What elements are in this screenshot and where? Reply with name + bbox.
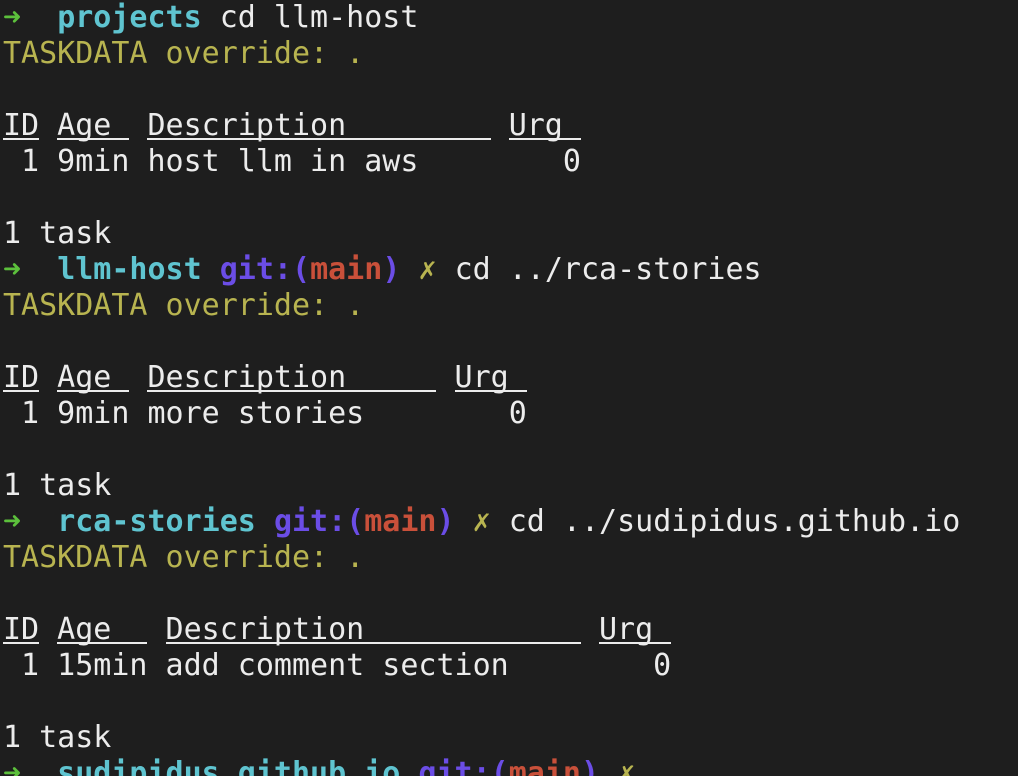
cell-age: 9min [57,144,130,179]
prompt-line-partial: ➜ sudipidus.github.io git:(main) ✗ [3,756,1018,776]
cell-id: 1 [21,396,40,431]
task-count: 1 task [3,216,112,251]
cell-id: 1 [21,144,40,179]
prompt-line: ➜ rca-stories git:(main) ✗ cd ../sudipid… [3,504,1018,540]
header-id: ID [3,360,40,395]
command: cd ../rca-stories [454,252,762,287]
override-line: TASKDATA override: . [3,540,365,575]
git-label: git:( [219,252,311,287]
prompt-dir: rca-stories [57,504,256,539]
header-description: Description [147,360,437,395]
cell-description: more stories [147,396,365,431]
cell-age: 9min [57,396,130,431]
header-description: Description [165,612,581,647]
dirty-icon: ✗ [418,252,437,287]
git-close: ) [580,756,600,776]
override-line: TASKDATA override: . [3,288,365,323]
git-close: ) [436,504,455,539]
git-branch: main [310,252,383,287]
git-branch: main [508,756,581,776]
prompt-arrow-icon: ➜ [3,756,22,776]
git-close: ) [382,252,401,287]
override-line: TASKDATA override: . [3,36,365,71]
git-label: git:( [273,504,365,539]
header-age: Age [57,612,148,647]
terminal[interactable]: ➜ projects cd llm-host TASKDATA override… [0,0,1018,776]
cell-age: 15min [57,648,148,683]
cell-description: host llm in aws [147,144,419,179]
task-count: 1 task [3,720,112,755]
dirty-icon: ✗ [617,756,636,776]
task-count: 1 task [3,468,112,503]
cell-urg: 0 [562,144,581,179]
header-age: Age [57,360,130,395]
header-id: ID [3,108,40,143]
prompt-line: ➜ projects cd llm-host [3,0,1018,36]
prompt-line: ➜ llm-host git:(main) ✗ cd ../rca-storie… [3,252,1018,288]
cell-id: 1 [21,648,40,683]
cell-urg: 0 [653,648,672,683]
cell-description: add comment section [165,648,509,683]
header-urg: Urg [454,360,527,395]
prompt-dir: sudipidus.github.io [57,756,401,776]
header-urg: Urg [599,612,672,647]
prompt-arrow-icon: ➜ [3,252,22,287]
prompt-dir: projects [57,0,202,35]
table-row: 1 9min more stories 0 [3,396,1018,432]
command: cd llm-host [219,0,419,35]
header-age: Age [57,108,130,143]
git-branch: main [364,504,437,539]
table-header: ID Age Description Urg [3,612,1018,648]
prompt-arrow-icon: ➜ [3,504,22,539]
table-header: ID Age Description Urg [3,108,1018,144]
command: cd ../sudipidus.github.io [508,504,961,539]
header-urg: Urg [508,108,581,143]
table-row: 1 9min host llm in aws 0 [3,144,1018,180]
prompt-arrow-icon: ➜ [3,0,22,35]
dirty-icon: ✗ [472,504,491,539]
header-id: ID [3,612,40,647]
table-header: ID Age Description Urg [3,360,1018,396]
prompt-dir: llm-host [57,252,202,287]
header-description: Description [147,108,491,143]
cell-urg: 0 [508,396,527,431]
git-label: git:( [418,756,509,776]
table-row: 1 15min add comment section 0 [3,648,1018,684]
